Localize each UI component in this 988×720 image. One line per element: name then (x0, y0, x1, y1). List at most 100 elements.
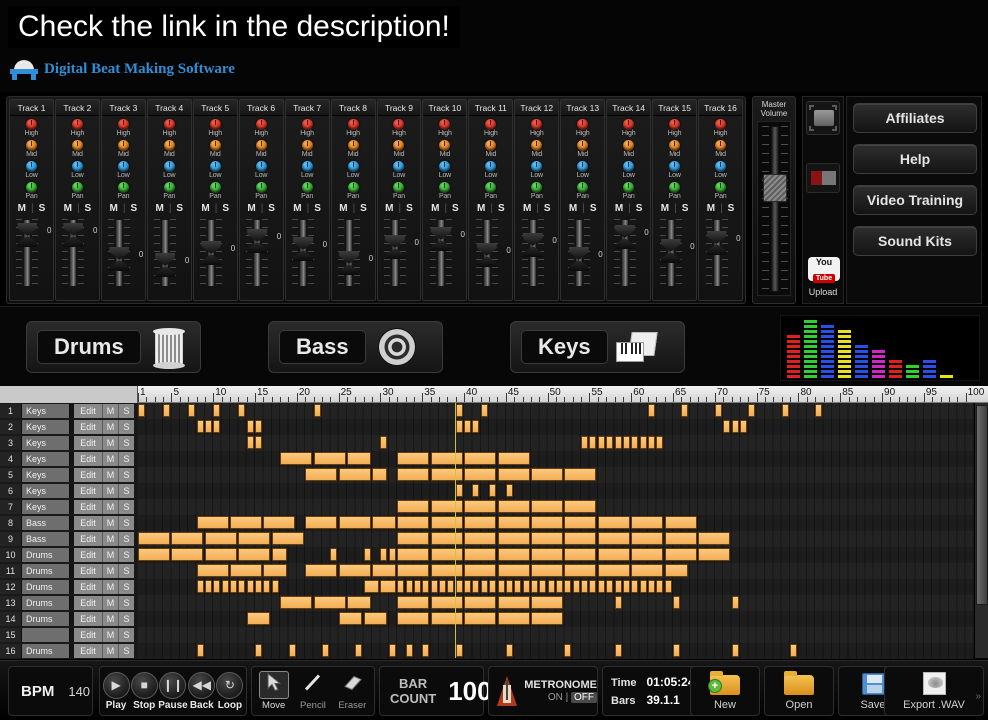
note-block[interactable] (556, 580, 563, 593)
fader-2[interactable]: 0 (57, 217, 97, 289)
note-block[interactable] (639, 580, 647, 593)
note-block[interactable] (305, 564, 338, 577)
track-mute-button[interactable]: M (102, 436, 118, 450)
note-block[interactable] (480, 580, 488, 593)
note-block[interactable] (397, 564, 430, 577)
track-name[interactable]: Keys (22, 468, 70, 482)
solo-button-6[interactable]: S (268, 203, 275, 214)
track-solo-button[interactable]: S (118, 500, 134, 514)
pan-knob-icon[interactable] (669, 182, 681, 193)
knob-high-8[interactable]: High (346, 119, 360, 137)
track-mute-button[interactable]: M (102, 404, 118, 418)
low-knob-icon[interactable] (25, 161, 37, 172)
pan-knob-icon[interactable] (209, 182, 221, 193)
knob-pan-2[interactable]: Pan (71, 182, 84, 200)
note-block[interactable] (338, 612, 363, 625)
pan-knob-icon[interactable] (393, 182, 405, 193)
note-block[interactable] (489, 484, 497, 497)
note-block[interactable] (280, 452, 313, 465)
pan-knob-icon[interactable] (485, 182, 497, 193)
track-lane[interactable] (138, 451, 974, 467)
note-block[interactable] (397, 580, 405, 593)
note-block[interactable] (564, 500, 597, 513)
note-block[interactable] (363, 548, 371, 561)
note-block[interactable] (347, 452, 371, 465)
note-block[interactable] (731, 420, 739, 433)
note-block[interactable] (748, 404, 756, 417)
note-block[interactable] (430, 500, 463, 513)
note-block[interactable] (305, 468, 338, 481)
knob-high-12[interactable]: High (530, 119, 544, 137)
track-name[interactable]: Keys (22, 500, 70, 514)
note-block[interactable] (497, 580, 505, 593)
note-block[interactable] (430, 596, 463, 609)
track-row-header-4[interactable]: 4 Keys Edit M S (0, 451, 138, 467)
track-solo-button[interactable]: S (118, 580, 134, 594)
track-mute-button[interactable]: M (102, 516, 118, 530)
note-block[interactable] (372, 468, 388, 481)
knob-pan-7[interactable]: Pan (301, 182, 313, 200)
track-edit-button[interactable]: Edit (74, 548, 102, 562)
note-block[interactable] (238, 548, 271, 561)
note-block[interactable] (204, 532, 237, 545)
note-block[interactable] (363, 612, 388, 625)
track-name[interactable]: Drums (22, 612, 70, 626)
track-lane[interactable] (138, 627, 974, 643)
note-block[interactable] (204, 420, 212, 433)
pan-knob-icon[interactable] (255, 182, 267, 193)
open-button[interactable]: Open (764, 666, 834, 716)
fader-15[interactable]: 0 (655, 217, 695, 289)
note-block[interactable] (464, 580, 471, 593)
low-knob-icon[interactable] (439, 161, 451, 172)
track-solo-button[interactable]: S (118, 436, 134, 450)
pan-knob-icon[interactable] (531, 182, 543, 193)
note-block[interactable] (338, 564, 371, 577)
note-block[interactable] (514, 580, 522, 593)
note-block[interactable] (622, 580, 630, 593)
note-block[interactable] (313, 404, 321, 417)
note-block[interactable] (564, 516, 597, 529)
high-knob-icon[interactable] (163, 119, 175, 130)
track-row-header-6[interactable]: 6 Keys Edit M S (0, 483, 138, 499)
track-lane[interactable] (138, 579, 974, 595)
track-lane[interactable] (138, 643, 974, 659)
fader-16[interactable]: 0 (701, 217, 741, 289)
mute-button-2[interactable]: M (64, 203, 72, 214)
note-block[interactable] (397, 532, 430, 545)
track-solo-button[interactable]: S (118, 452, 134, 466)
mid-knob-icon[interactable] (669, 140, 681, 151)
note-block[interactable] (196, 516, 229, 529)
knob-low-16[interactable]: Low (714, 161, 727, 179)
note-block[interactable] (480, 404, 488, 417)
track-lane[interactable] (138, 467, 974, 483)
knob-low-12[interactable]: Low (531, 161, 543, 179)
track-row-header-2[interactable]: 2 Keys Edit M S (0, 419, 138, 435)
note-block[interactable] (631, 548, 664, 561)
mid-knob-icon[interactable] (485, 140, 497, 151)
pan-knob-icon[interactable] (25, 182, 37, 193)
low-knob-icon[interactable] (393, 161, 405, 172)
mute-button-8[interactable]: M (339, 203, 347, 214)
solo-button-3[interactable]: S (130, 203, 137, 214)
pan-knob-icon[interactable] (163, 182, 175, 193)
note-block[interactable] (338, 516, 371, 529)
track-mute-button[interactable]: M (102, 452, 118, 466)
note-block[interactable] (271, 532, 304, 545)
mute-button-15[interactable]: M (661, 203, 669, 214)
note-block[interactable] (455, 404, 463, 417)
mute-button-14[interactable]: M (615, 203, 623, 214)
note-block[interactable] (581, 580, 589, 593)
upload-label[interactable]: Upload (803, 287, 843, 297)
track-edit-button[interactable]: Edit (74, 452, 102, 466)
note-block[interactable] (171, 532, 204, 545)
high-knob-icon[interactable] (393, 119, 405, 130)
solo-button-14[interactable]: S (636, 203, 643, 214)
track-solo-button[interactable]: S (118, 548, 134, 562)
track-solo-button[interactable]: S (118, 484, 134, 498)
note-block[interactable] (597, 516, 630, 529)
bar-count-group[interactable]: BAR COUNT 100 (379, 666, 492, 716)
note-block[interactable] (372, 516, 396, 529)
note-block[interactable] (622, 436, 630, 449)
transport-loop-button[interactable]: ↻ Loop (216, 671, 244, 711)
track-mute-button[interactable]: M (102, 548, 118, 562)
